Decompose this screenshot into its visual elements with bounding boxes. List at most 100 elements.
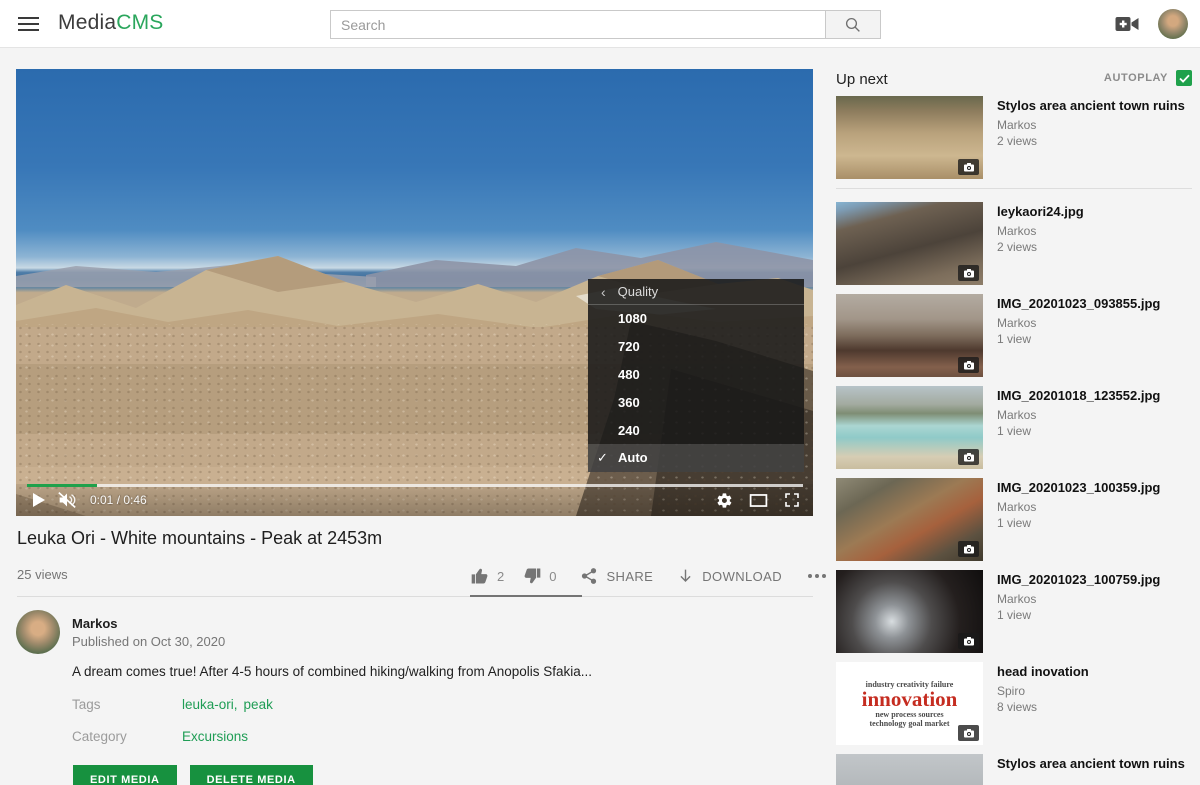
delete-media-button[interactable]: DELETE MEDIA: [190, 765, 313, 785]
quality-option-360[interactable]: 360: [588, 388, 804, 416]
quality-option-240[interactable]: 240: [588, 416, 804, 444]
video-player[interactable]: ‹ Quality 1080 720 480 360 240 ✓ Auto 0:…: [16, 69, 813, 516]
user-avatar[interactable]: [1158, 9, 1188, 39]
search-input[interactable]: [330, 10, 825, 39]
item-views: 1 view: [997, 516, 1160, 530]
info-divider: [17, 596, 813, 597]
player-controls: 0:01 / 0:46: [16, 484, 813, 516]
menu-icon[interactable]: [18, 17, 39, 31]
mute-button[interactable]: [52, 487, 82, 513]
tags-label: Tags: [72, 697, 101, 712]
camera-icon: [963, 544, 975, 554]
video-title: Leuka Ori - White mountains - Peak at 24…: [17, 528, 797, 549]
search-button[interactable]: [825, 10, 881, 39]
item-author: Markos: [997, 118, 1185, 132]
like-count: 2: [497, 569, 504, 584]
up-next-item[interactable]: IMG_20201023_100759.jpg Markos 1 view: [836, 570, 1192, 653]
autoplay-label: AUTOPLAY: [1104, 72, 1168, 84]
up-next-item[interactable]: IMG_20201023_093855.jpg Markos 1 view: [836, 294, 1192, 377]
category-link[interactable]: Excursions: [182, 729, 248, 744]
item-views: 8 views: [997, 700, 1089, 714]
play-icon: [33, 493, 45, 507]
theater-icon: [749, 493, 768, 508]
up-next-item[interactable]: Stylos area ancient town ruins: [836, 754, 1192, 785]
search-icon: [844, 16, 862, 34]
time-display: 0:01 / 0:46: [90, 493, 147, 507]
dislike-button[interactable]: 0: [522, 566, 556, 586]
item-author: Markos: [997, 224, 1084, 238]
item-views: 2 views: [997, 240, 1084, 254]
up-next-item[interactable]: IMG_20201018_123552.jpg Markos 1 view: [836, 386, 1192, 469]
quality-menu-title: Quality: [618, 284, 658, 299]
share-button[interactable]: SHARE: [580, 567, 653, 585]
item-title: Stylos area ancient town ruins: [997, 755, 1185, 772]
author-name[interactable]: Markos: [72, 616, 118, 631]
upload-media-icon[interactable]: [1115, 14, 1139, 34]
item-author: Markos: [997, 592, 1160, 606]
quality-option-auto[interactable]: ✓ Auto: [588, 444, 804, 472]
download-icon: [677, 567, 694, 585]
check-icon: [1179, 74, 1190, 83]
like-button[interactable]: 2: [470, 566, 504, 586]
item-title: head inovation: [997, 663, 1089, 680]
quality-menu-back[interactable]: ‹ Quality: [588, 279, 804, 305]
thumbnail: [836, 570, 983, 653]
item-author: Markos: [997, 500, 1160, 514]
up-next-heading: Up next: [836, 71, 888, 88]
thumbnail: industry creativity failure innovation n…: [836, 662, 983, 745]
dislike-count: 0: [549, 569, 556, 584]
author-avatar[interactable]: [16, 610, 60, 654]
thumb-down-icon: [522, 566, 542, 586]
more-options-icon[interactable]: [808, 574, 826, 578]
thumbnail: [836, 754, 983, 785]
play-button[interactable]: [26, 487, 52, 513]
item-author: Markos: [997, 316, 1160, 330]
up-next-item[interactable]: Stylos area ancient town ruins Markos 2 …: [836, 96, 1192, 179]
theater-mode-button[interactable]: [743, 487, 773, 513]
up-next-item[interactable]: industry creativity failure innovation n…: [836, 662, 1192, 745]
back-chevron-icon: ‹: [601, 284, 606, 300]
camera-icon: [963, 728, 975, 738]
item-views: 1 view: [997, 424, 1160, 438]
tag-link-peak[interactable]: peak: [244, 697, 273, 712]
search-bar: [330, 10, 881, 39]
item-author: Spiro: [997, 684, 1089, 698]
fullscreen-button[interactable]: [777, 487, 807, 513]
quality-option-480[interactable]: 480: [588, 361, 804, 389]
top-bar: MediaCMS: [0, 0, 1200, 48]
publish-date: Published on Oct 30, 2020: [72, 634, 225, 649]
wordcloud-line: technology goal market: [870, 719, 950, 728]
quality-option-720[interactable]: 720: [588, 333, 804, 361]
share-label: SHARE: [606, 569, 653, 584]
muted-speaker-icon: [57, 491, 77, 509]
tag-list: leuka-ori, peak: [182, 697, 273, 712]
camera-icon: [963, 452, 975, 462]
thumbnail: [836, 96, 983, 179]
item-title: IMG_20201023_093855.jpg: [997, 295, 1160, 312]
download-button[interactable]: DOWNLOAD: [677, 567, 782, 585]
item-title: Stylos area ancient town ruins: [997, 97, 1185, 114]
up-next-item[interactable]: leykaori24.jpg Markos 2 views: [836, 202, 1192, 285]
tag-separator: ,: [234, 697, 238, 712]
camera-icon: [963, 268, 975, 278]
item-views: 1 view: [997, 332, 1160, 346]
gear-icon: [716, 492, 733, 509]
thumbnail: [836, 294, 983, 377]
fullscreen-icon: [784, 492, 800, 508]
logo-media: Media: [58, 11, 116, 34]
thumbnail: [836, 202, 983, 285]
item-title: IMG_20201023_100759.jpg: [997, 571, 1160, 588]
settings-button[interactable]: [709, 487, 739, 513]
edit-media-button[interactable]: EDIT MEDIA: [73, 765, 177, 785]
quality-option-1080[interactable]: 1080: [588, 305, 804, 333]
thumbnail: [836, 478, 983, 561]
autoplay-checkbox[interactable]: [1176, 70, 1192, 86]
wordcloud-main: innovation: [862, 689, 958, 710]
check-icon: ✓: [597, 450, 608, 466]
app-logo[interactable]: MediaCMS: [58, 11, 163, 35]
item-author: Markos: [997, 408, 1160, 422]
video-description: A dream comes true! After 4-5 hours of c…: [72, 664, 772, 679]
up-next-item[interactable]: IMG_20201023_100359.jpg Markos 1 view: [836, 478, 1192, 561]
item-views: 1 view: [997, 608, 1160, 622]
tag-link-leuka-ori[interactable]: leuka-ori: [182, 697, 234, 712]
